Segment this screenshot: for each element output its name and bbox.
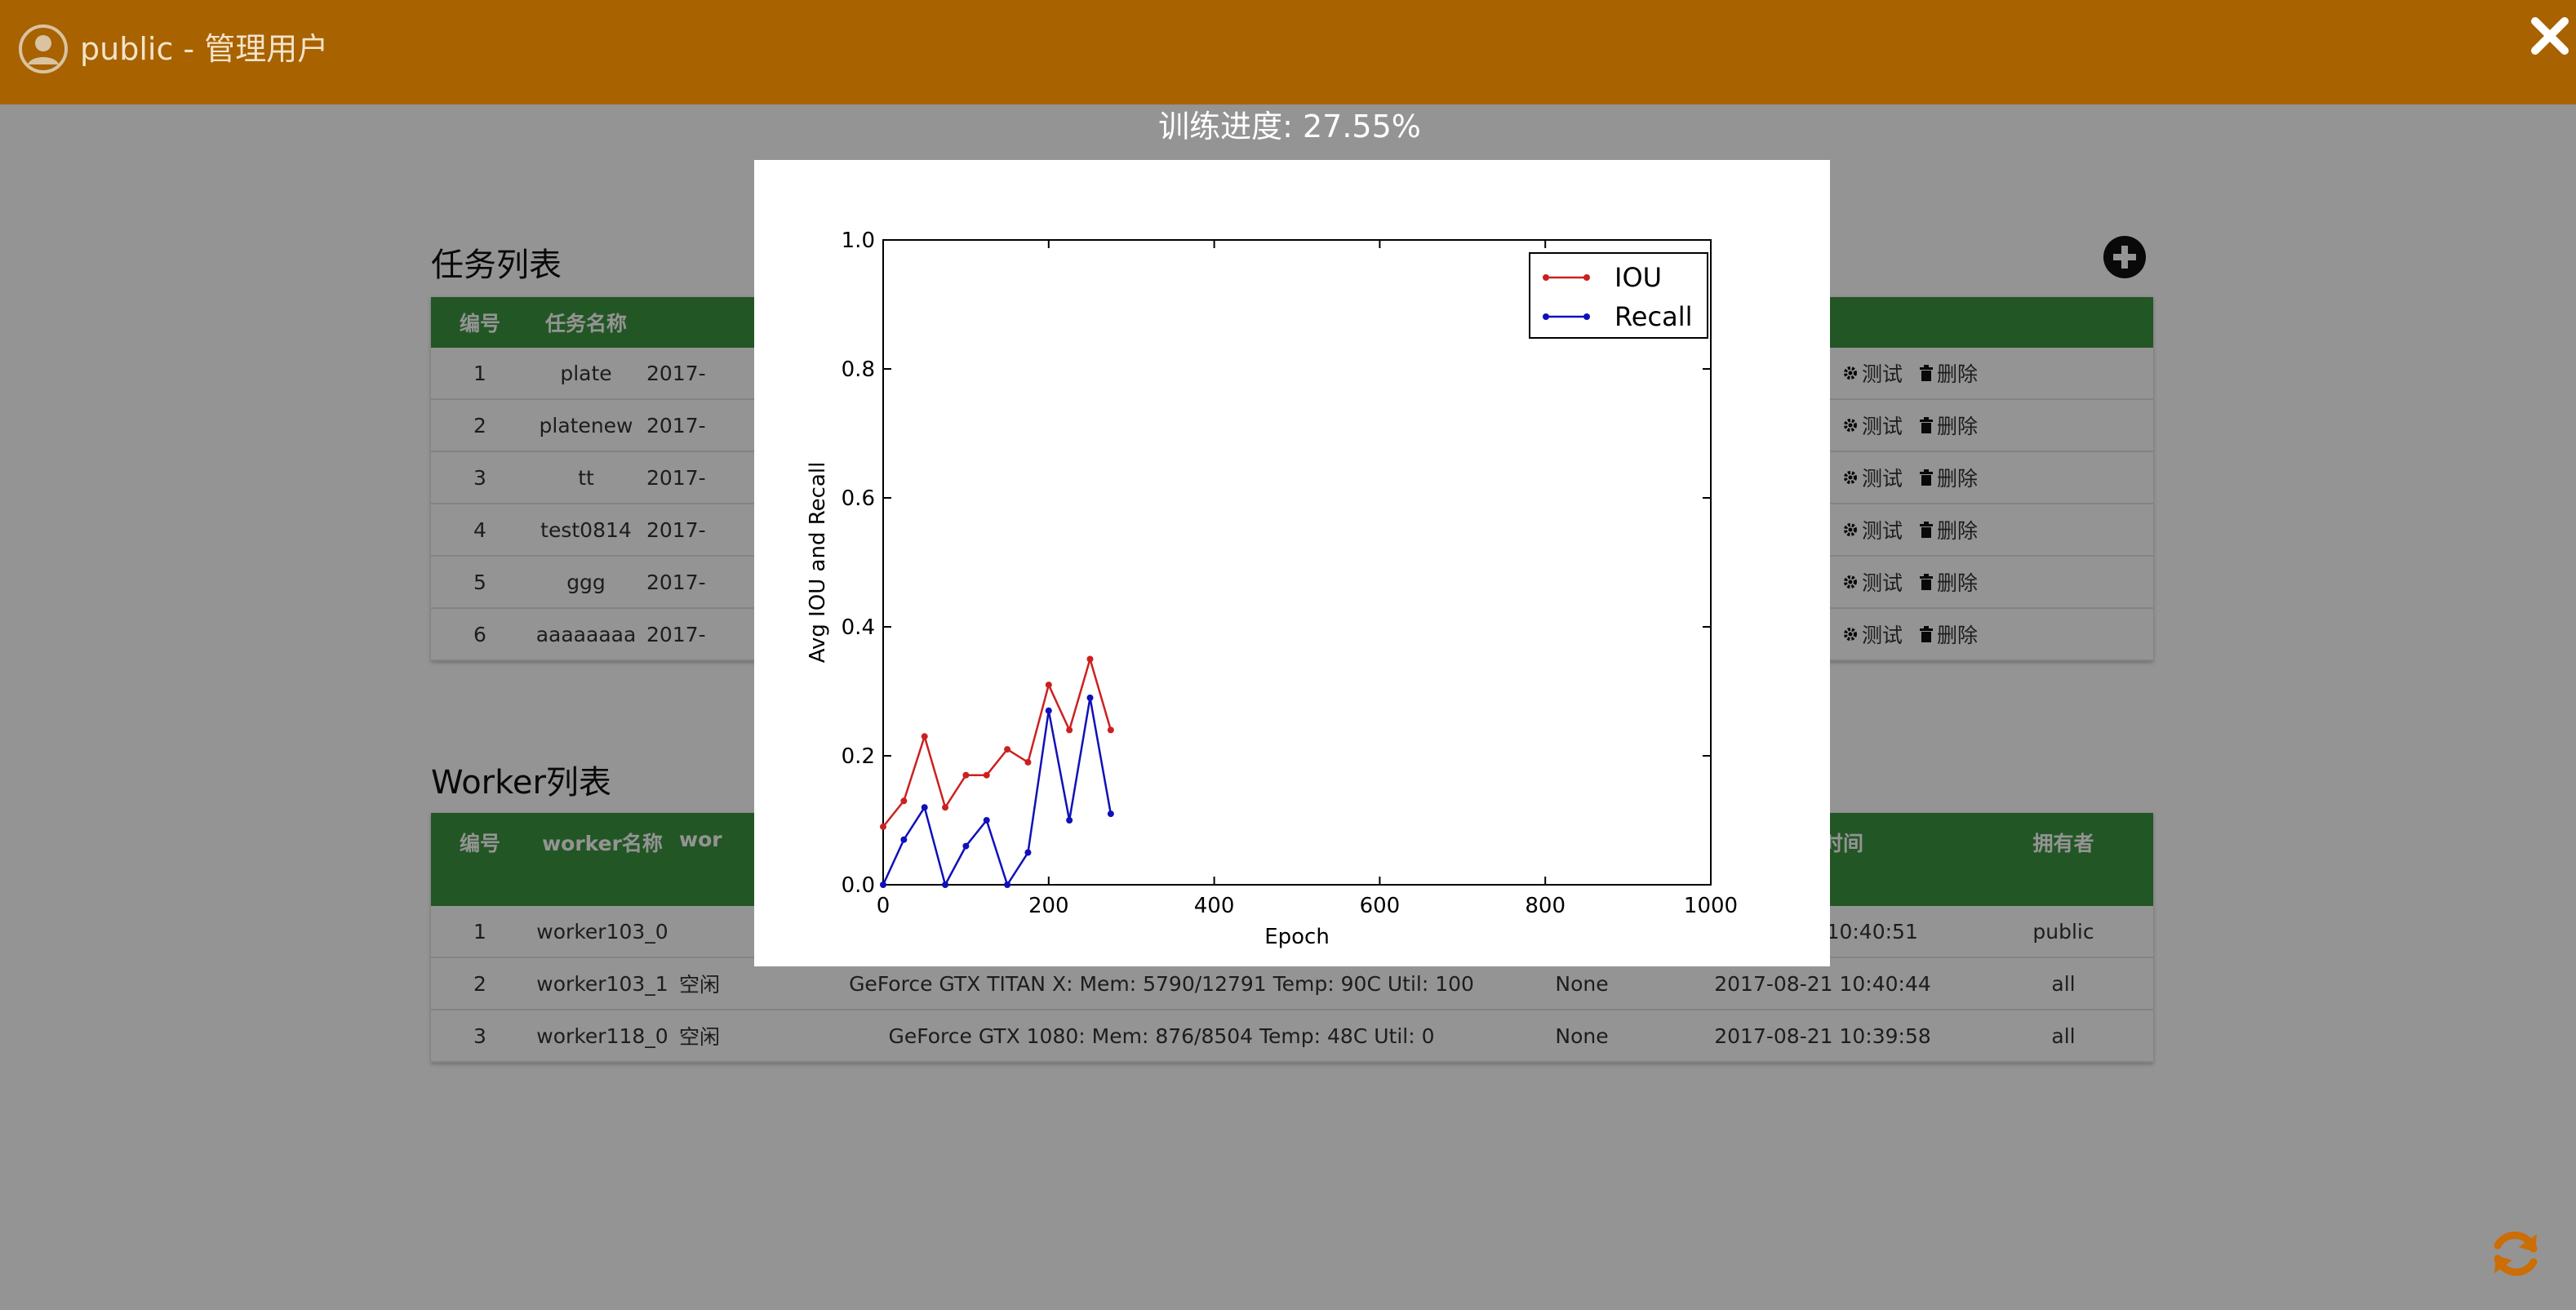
data-point — [1045, 707, 1052, 714]
data-point — [983, 817, 990, 824]
data-point — [942, 804, 949, 811]
data-point — [942, 881, 949, 888]
app-header: public - 管理用户 — [0, 0, 2576, 104]
user-circle-icon — [19, 24, 68, 73]
y-tick-label: 1.0 — [842, 229, 875, 253]
training-progress-label: 训练进度: 27.55% — [1158, 109, 1421, 144]
training-chart: 0 200 400 600 800 1000 0.0 0.2 0.4 0.6 0.8 1.0 Epoch… — [806, 229, 1738, 949]
data-point — [1024, 758, 1032, 766]
x-tick-label: 800 — [1525, 894, 1566, 918]
close-icon[interactable] — [2527, 13, 2573, 59]
data-point — [880, 823, 886, 830]
series-line-iou — [882, 655, 1113, 828]
data-point — [1066, 726, 1073, 734]
y-tick-label: 0.6 — [842, 486, 875, 511]
series-line-recall — [882, 697, 1113, 888]
data-point — [900, 836, 908, 843]
refresh-icon[interactable] — [2488, 1226, 2543, 1281]
legend-label: IOU — [1614, 262, 1662, 293]
data-point — [921, 733, 928, 740]
legend-label: Recall — [1614, 301, 1692, 332]
user-info[interactable]: public - 管理用户 — [18, 24, 328, 74]
data-point — [1004, 881, 1011, 888]
data-point — [1086, 655, 1094, 663]
y-tick-label: 0.2 — [842, 744, 875, 769]
y-tick-label: 0.4 — [842, 615, 875, 640]
y-axis-label: Avg IOU and Recall — [806, 462, 830, 664]
data-point — [900, 797, 908, 805]
data-point — [880, 881, 886, 888]
data-point — [1107, 726, 1114, 734]
x-axis-label: Epoch — [1264, 925, 1330, 949]
data-point — [1086, 694, 1094, 701]
data-point — [1107, 810, 1114, 818]
legend-marker — [1583, 274, 1590, 281]
x-tick-label: 200 — [1028, 894, 1069, 918]
x-tick-label: 1000 — [1684, 894, 1738, 918]
training-chart-modal: 0 200 400 600 800 1000 0.0 0.2 0.4 0.6 0.8 1.0 Epoch… — [754, 160, 1830, 966]
legend-marker — [1543, 274, 1549, 281]
y-tick-label: 0.0 — [842, 873, 875, 898]
data-point — [1045, 682, 1052, 689]
data-point — [1024, 849, 1032, 856]
x-tick-label: 0 — [877, 894, 890, 918]
data-point — [962, 842, 970, 850]
data-point — [1066, 817, 1073, 824]
data-point — [983, 771, 990, 779]
legend-marker — [1583, 313, 1590, 320]
data-point — [921, 804, 928, 811]
header-title: public - 管理用户 — [80, 31, 329, 67]
data-point — [1004, 746, 1011, 753]
legend-marker — [1543, 313, 1549, 320]
y-tick-label: 0.8 — [842, 357, 875, 382]
x-tick-label: 600 — [1360, 894, 1401, 918]
x-tick-label: 400 — [1194, 894, 1235, 918]
data-point — [962, 771, 970, 779]
